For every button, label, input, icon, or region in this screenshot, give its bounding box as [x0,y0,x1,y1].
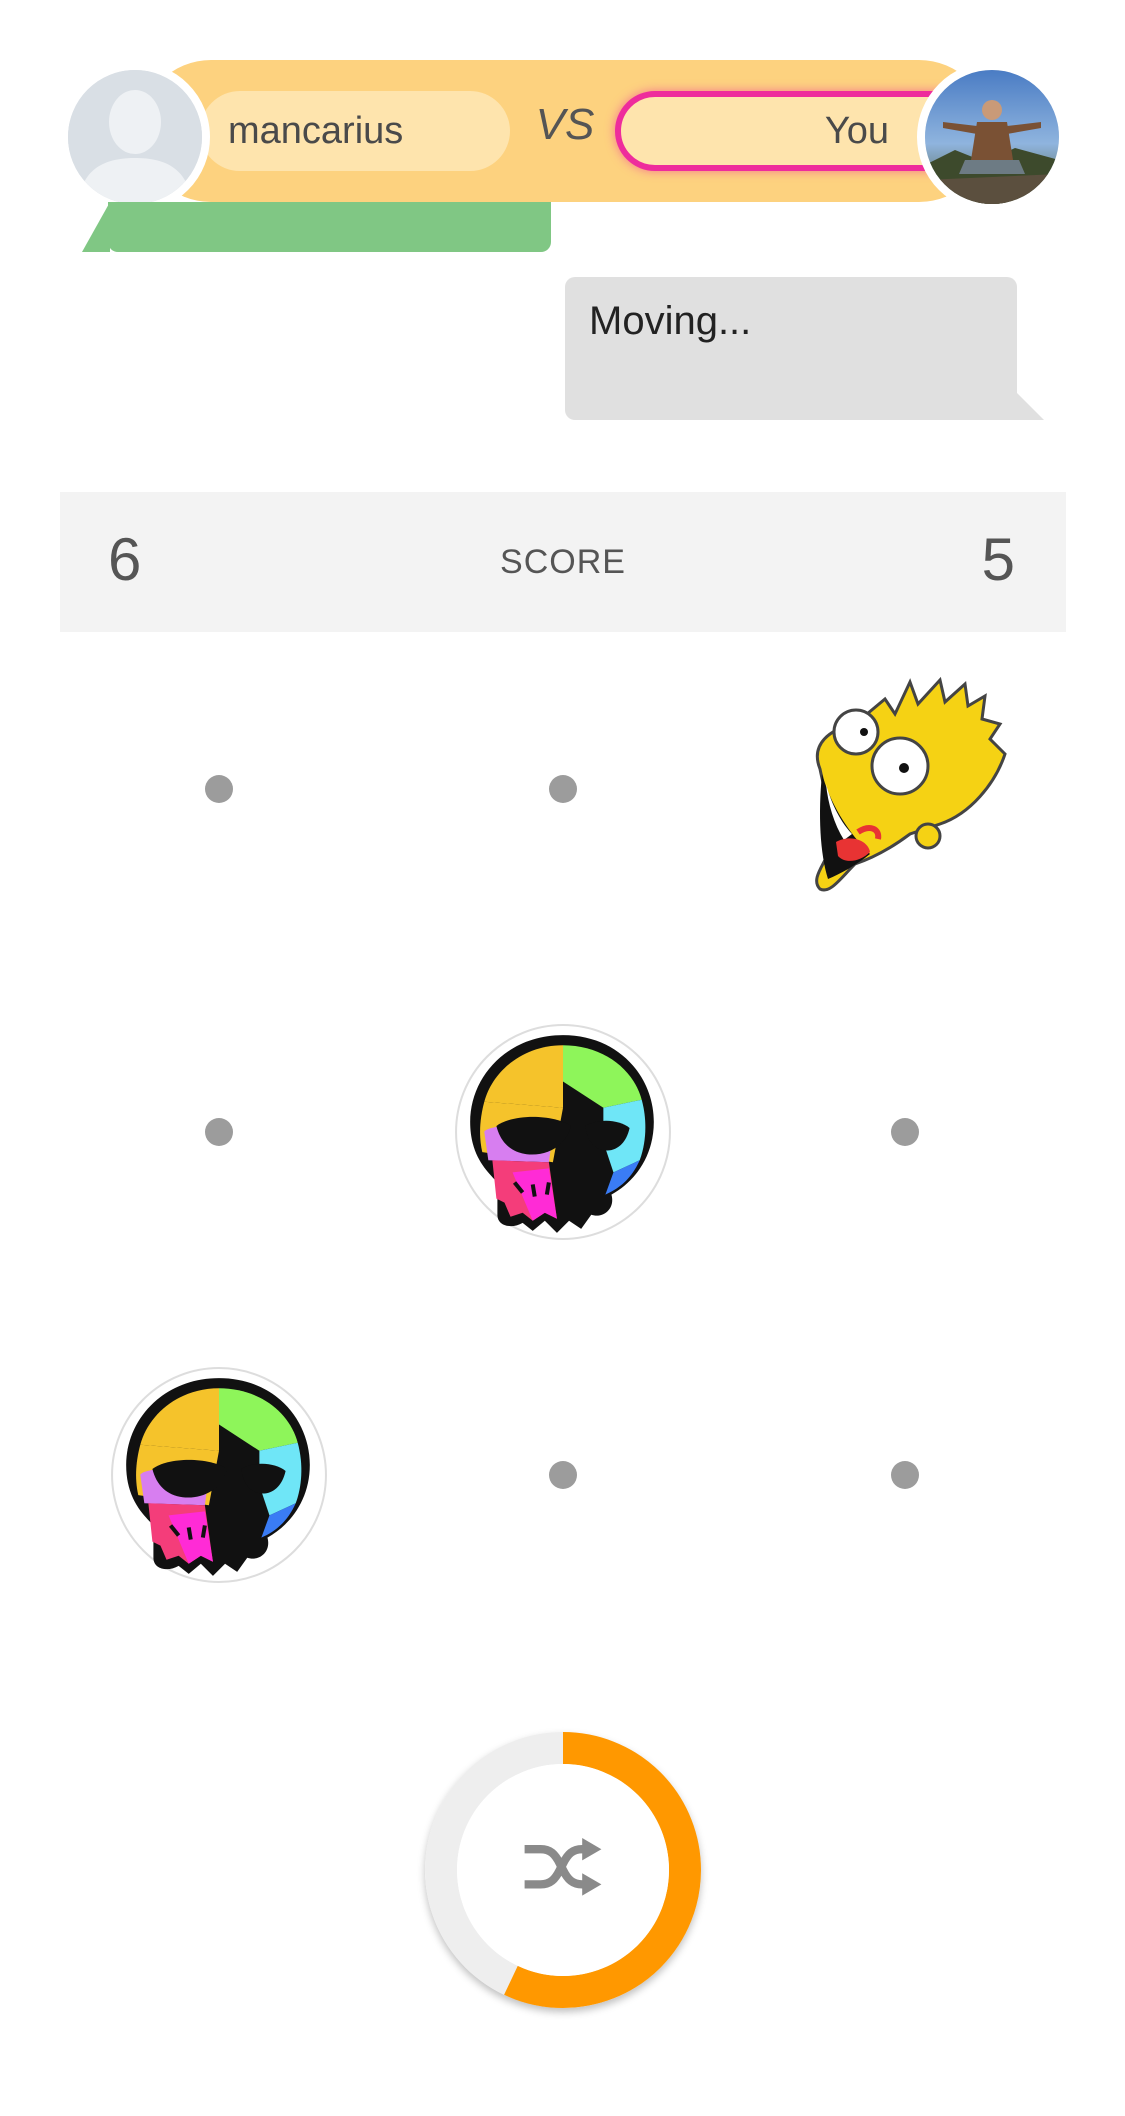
board-cell[interactable] [443,1355,683,1595]
user-photo-icon [925,70,1059,204]
empty-slot-dot [205,1118,233,1146]
user-silhouette-icon [68,70,202,204]
player-avatar[interactable] [917,62,1067,212]
skull-piece-icon [452,1021,674,1243]
board-cell[interactable] [785,1012,1025,1252]
opponent-name-pill: mancarius [200,91,510,171]
empty-slot-dot [891,1118,919,1146]
empty-slot-dot [549,1461,577,1489]
opponent-score: 6 [108,526,142,593]
board-cell[interactable] [443,669,683,909]
board-cell[interactable] [99,1355,339,1595]
empty-slot-dot [549,775,577,803]
empty-slot-dot [891,1461,919,1489]
skull-piece-icon [108,1364,330,1586]
shuffle-icon [524,1838,602,1896]
bart-piece-icon [800,674,1010,904]
shuffle-button[interactable] [425,1732,701,2008]
board-cell[interactable] [443,1012,683,1252]
player-name: You [824,109,889,152]
turn-timer-notch [82,202,110,252]
shuffle-button-face[interactable] [457,1764,669,1976]
status-bubble: Moving... [565,277,1017,420]
board-cell[interactable] [785,669,1025,909]
board-cell[interactable] [99,1012,339,1252]
opponent-name: mancarius [228,109,404,152]
player-score: 5 [981,526,1015,593]
empty-slot-dot [205,775,233,803]
vs-label: VS [535,100,595,149]
opponent-avatar[interactable] [60,62,210,212]
turn-timer-bar [108,202,551,252]
board-cell[interactable] [785,1355,1025,1595]
status-message: Moving... [589,299,752,343]
status-bubble-tail [1017,393,1044,420]
score-label: SCORE [500,543,626,581]
board-cell[interactable] [99,669,339,909]
